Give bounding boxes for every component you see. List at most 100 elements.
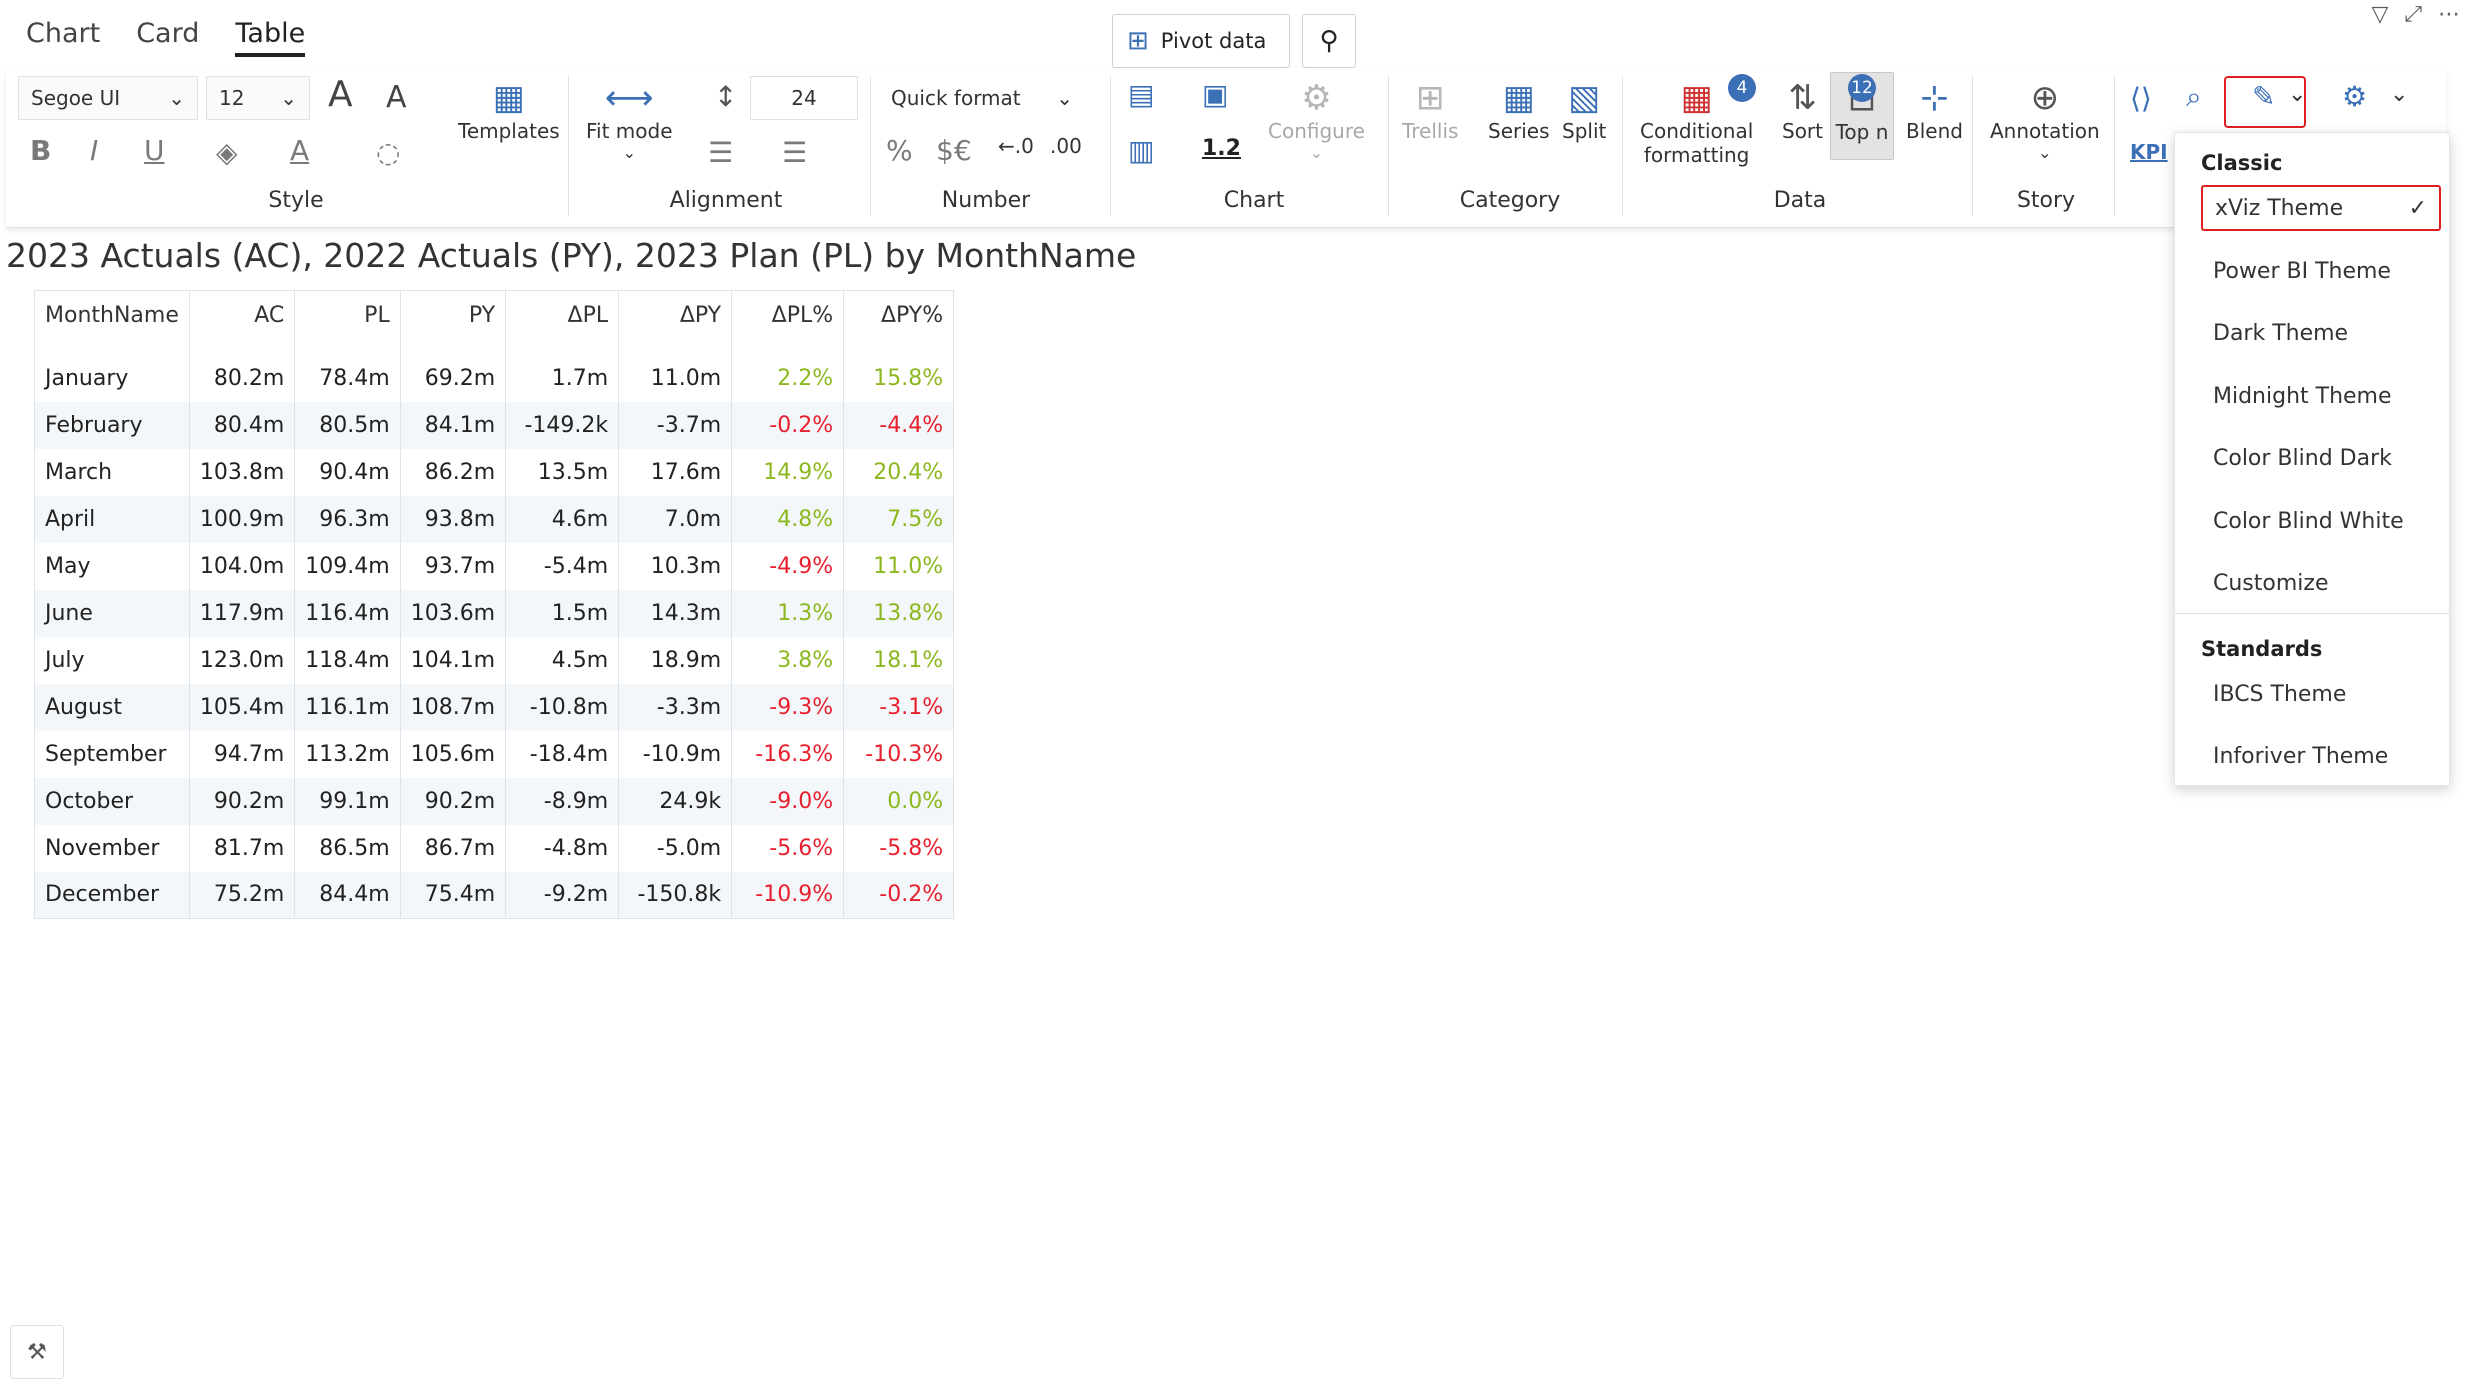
quick-format-select[interactable]: Quick format ⌄ bbox=[878, 76, 1086, 120]
templates-button[interactable]: ▦ Templates bbox=[458, 78, 560, 143]
column-header[interactable]: ΔPL% bbox=[731, 290, 845, 343]
table-row[interactable]: February 80.4m 80.5m 84.1m -149.2k -3.7m -0.2%… bbox=[34, 401, 955, 449]
table-cell-name: September bbox=[34, 730, 190, 778]
table-cell-py: 75.4m bbox=[400, 871, 507, 919]
tab-table[interactable]: Table bbox=[235, 18, 306, 57]
theme-option-xviz[interactable]: xViz Theme ✓ bbox=[2201, 185, 2441, 231]
annotation-button[interactable]: ⊕ Annotation ⌄ bbox=[1990, 78, 2100, 162]
vertical-align-icon[interactable]: ☰ bbox=[782, 136, 807, 169]
table-cell-name: October bbox=[34, 777, 190, 825]
table-cell-ac: 117.9m bbox=[189, 589, 296, 637]
table-cell-py: 104.1m bbox=[400, 636, 507, 684]
stack-layout-icon[interactable]: ▥ bbox=[1128, 134, 1154, 167]
series-button[interactable]: ▦ Series bbox=[1488, 78, 1550, 143]
font-size-select[interactable]: 12 ⌄ bbox=[206, 76, 310, 120]
table-cell-ac: 90.2m bbox=[189, 777, 296, 825]
column-header[interactable]: PY bbox=[400, 290, 507, 343]
table-cell-dpl: 4.6m bbox=[505, 495, 620, 543]
table-row[interactable]: September 94.7m 113.2m 105.6m -18.4m -10.9m -1… bbox=[34, 730, 955, 778]
table-row[interactable]: July 123.0m 118.4m 104.1m 4.5m 18.9m 3.8% 18.1% bbox=[34, 636, 955, 684]
chevron-down-icon[interactable]: ⌄ bbox=[2390, 82, 2408, 107]
ribbon: Segoe UI ⌄ 12 ⌄ A A B I U ◈ A ◌ ▦ Templa… bbox=[6, 68, 2446, 228]
configure-button[interactable]: ⚙ Configure ⌄ bbox=[1268, 78, 1365, 162]
table-row[interactable]: April 100.9m 96.3m 93.8m 4.6m 7.0m 4.8% 7.5% bbox=[34, 495, 955, 543]
sort-button[interactable]: ⇅ Sort bbox=[1782, 78, 1823, 143]
column-header[interactable]: AC bbox=[189, 290, 296, 343]
percent-button[interactable]: % bbox=[886, 134, 913, 167]
table-row[interactable]: May 104.0m 109.4m 93.7m -5.4m 10.3m -4.9% 11.0% bbox=[34, 542, 955, 590]
table-row[interactable]: December 75.2m 84.4m 75.4m -9.2m -150.8k -10.9… bbox=[34, 871, 955, 919]
theme-option-midnight[interactable]: Midnight Theme bbox=[2201, 373, 2441, 419]
column-header[interactable]: ΔPL bbox=[505, 290, 620, 343]
horizontal-align-icon[interactable]: ☰ bbox=[708, 136, 733, 169]
theme-option-ibcs[interactable]: IBCS Theme bbox=[2201, 671, 2441, 717]
scale-value[interactable]: 1.2 bbox=[1202, 136, 1241, 161]
conditional-formatting-icon: ▦ bbox=[1680, 78, 1713, 118]
series-label: Series bbox=[1488, 118, 1550, 143]
fit-mode-button[interactable]: ⟷ Fit mode ⌄ bbox=[586, 78, 673, 162]
table-row[interactable]: October 90.2m 99.1m 90.2m -8.9m 24.9k -9.0% 0.0… bbox=[34, 777, 955, 825]
table-cell-name: April bbox=[34, 495, 190, 543]
table-row[interactable]: August 105.4m 116.1m 108.7m -10.8m -3.3m -9.3%… bbox=[34, 683, 955, 731]
theme-option-label: Dark Theme bbox=[2213, 320, 2349, 346]
decrease-decimal-icon[interactable]: ←.0 bbox=[998, 134, 1034, 158]
theme-option-color-blind-white[interactable]: Color Blind White bbox=[2201, 498, 2441, 544]
search-icon[interactable]: ⌕ bbox=[2186, 80, 2202, 114]
table-row[interactable]: June 117.9m 116.4m 103.6m 1.5m 14.3m 1.3% 13.8% bbox=[34, 589, 955, 637]
table-cell-dpy: -5.0m bbox=[618, 824, 733, 872]
bar-layout-icon[interactable]: ▤ bbox=[1128, 78, 1154, 111]
table-row[interactable]: November 81.7m 86.5m 86.7m -4.8m -5.0m -5.6% -5… bbox=[34, 824, 955, 872]
settings-icon[interactable]: ⚙ bbox=[2342, 80, 2367, 113]
more-options-icon[interactable]: ⋯ bbox=[2438, 2, 2460, 27]
bottom-left-tool-button[interactable]: ⚒ bbox=[10, 1325, 64, 1379]
table-cell-pl: 109.4m bbox=[294, 542, 401, 590]
chevron-down-icon: ⌄ bbox=[1056, 86, 1073, 110]
chart-layout-icon[interactable]: ▣ bbox=[1202, 78, 1228, 111]
row-height-input[interactable]: 24 bbox=[750, 76, 858, 120]
decrease-font-icon[interactable]: A bbox=[386, 80, 407, 115]
theme-option-power-bi[interactable]: Power BI Theme bbox=[2201, 248, 2441, 294]
theme-option-dark[interactable]: Dark Theme bbox=[2201, 310, 2441, 356]
table-cell-dpyp: 18.1% bbox=[843, 636, 955, 684]
increase-decimal-icon[interactable]: .00 bbox=[1050, 134, 1082, 158]
table-cell-dpy: 14.3m bbox=[618, 589, 733, 637]
column-header[interactable]: ΔPY% bbox=[843, 290, 955, 343]
pivot-data-button[interactable]: ⊞ Pivot data bbox=[1112, 14, 1290, 68]
kpi-icon[interactable]: ⟨⟩ bbox=[2130, 82, 2152, 115]
font-family-select[interactable]: Segoe UI ⌄ bbox=[18, 76, 198, 120]
font-color-icon[interactable]: A bbox=[290, 134, 309, 167]
theme-option-color-blind-dark[interactable]: Color Blind Dark bbox=[2201, 435, 2441, 481]
group-label-number: Number bbox=[941, 188, 1031, 213]
table-row[interactable]: March 103.8m 90.4m 86.2m 13.5m 17.6m 14.9% 20.4… bbox=[34, 448, 955, 496]
column-header[interactable]: MonthName bbox=[34, 290, 190, 343]
filter-settings-button[interactable]: ⚲ bbox=[1302, 14, 1356, 68]
tab-chart[interactable]: Chart bbox=[26, 18, 100, 57]
checkmark-icon: ✓ bbox=[2408, 195, 2427, 221]
hide-icon[interactable]: ◌ bbox=[376, 136, 400, 169]
kpi-label[interactable]: KPI bbox=[2130, 140, 2168, 164]
table-row[interactable]: January 80.2m 78.4m 69.2m 1.7m 11.0m 2.2% 15.8% bbox=[34, 354, 955, 402]
table-cell-name: August bbox=[34, 683, 190, 731]
tab-card[interactable]: Card bbox=[136, 18, 199, 57]
table-cell-dpyp: -3.1% bbox=[843, 683, 955, 731]
table-cell-name: March bbox=[34, 448, 190, 496]
expand-icon[interactable]: ⤢ bbox=[2404, 2, 2422, 27]
theme-option-inforiver[interactable]: Inforiver Theme bbox=[2201, 733, 2441, 779]
column-header[interactable]: ΔPY bbox=[618, 290, 733, 343]
table-cell-py: 84.1m bbox=[400, 401, 507, 449]
underline-button[interactable]: U bbox=[144, 134, 165, 167]
italic-button[interactable]: I bbox=[90, 134, 98, 167]
table-body: January 80.2m 78.4m 69.2m 1.7m 11.0m 2.2% 15.8%… bbox=[34, 342, 955, 919]
theme-option-label: Power BI Theme bbox=[2213, 258, 2391, 284]
bold-button[interactable]: B bbox=[30, 134, 51, 167]
table-cell-dpl: -8.9m bbox=[505, 777, 620, 825]
theme-option-customize[interactable]: Customize bbox=[2201, 560, 2441, 606]
filter-icon[interactable]: ▽ bbox=[2371, 2, 2388, 27]
fill-color-icon[interactable]: ◈ bbox=[216, 136, 238, 169]
blend-button[interactable]: ⊹ Blend bbox=[1906, 78, 1963, 143]
column-header[interactable]: PL bbox=[294, 290, 401, 343]
currency-button[interactable]: $€ bbox=[936, 134, 972, 167]
trellis-button[interactable]: ⊞ Trellis bbox=[1402, 78, 1458, 143]
increase-font-icon[interactable]: A bbox=[328, 74, 353, 115]
split-button[interactable]: ▧ Split bbox=[1562, 78, 1606, 143]
